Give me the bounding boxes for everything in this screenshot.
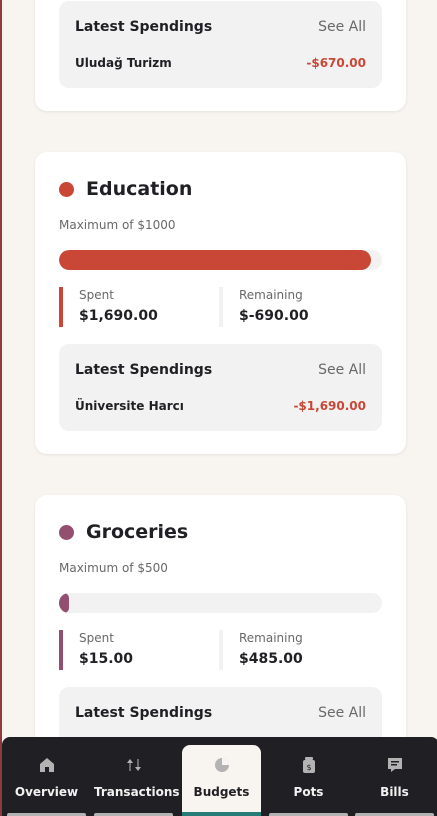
latest-spendings-title: Latest Spendings	[75, 705, 213, 721]
receipt-icon	[355, 757, 434, 777]
remaining-stat: Remaining $-690.00	[219, 287, 379, 327]
remaining-label: Remaining	[239, 631, 303, 645]
nav-item-overview[interactable]: Overview	[7, 745, 86, 816]
budget-progress-fill	[59, 250, 371, 270]
nav-label: Overview	[14, 785, 79, 799]
budget-progress-fill	[59, 593, 69, 613]
spending-amount: -$1,690.00	[293, 399, 366, 413]
latest-spendings-title: Latest Spendings	[75, 19, 213, 35]
bottom-navigation: Overview Transactions Budgets $ Pots Bil…	[2, 737, 437, 816]
nav-item-pots[interactable]: $ Pots	[269, 745, 348, 816]
nav-item-budgets[interactable]: Budgets	[182, 745, 261, 816]
svg-text:$: $	[306, 763, 311, 772]
nav-item-transactions[interactable]: Transactions	[94, 745, 180, 816]
remaining-stat: Remaining $485.00	[219, 630, 379, 670]
budget-maximum: Maximum of $1000	[59, 218, 176, 232]
nav-label: Budgets	[193, 785, 250, 799]
budget-card-education: Education Maximum of $1000 Spent $1,690.…	[35, 152, 406, 454]
see-all-link[interactable]: See All	[318, 705, 366, 721]
spent-label: Spent	[79, 288, 114, 302]
latest-spendings-title: Latest Spendings	[75, 362, 213, 378]
latest-spendings-panel: Latest Spendings See All Üniversite Harc…	[59, 344, 382, 431]
category-color-dot	[59, 524, 74, 540]
see-all-link[interactable]: See All	[318, 362, 366, 378]
spending-name: Uludağ Turizm	[75, 56, 172, 70]
remaining-label: Remaining	[239, 288, 303, 302]
budget-maximum: Maximum of $500	[59, 561, 168, 575]
remaining-value: $-690.00	[239, 308, 309, 324]
budget-progress-bar	[59, 593, 382, 613]
pie-chart-icon	[182, 757, 261, 777]
nav-item-bills[interactable]: Bills	[355, 745, 434, 816]
spending-name: Üniversite Harcı	[75, 399, 184, 413]
category-color-dot	[59, 181, 74, 197]
arrows-up-down-icon	[94, 757, 173, 777]
spent-stat: Spent $15.00	[59, 630, 219, 670]
spent-value: $15.00	[79, 651, 134, 667]
budget-progress-bar	[59, 250, 382, 270]
spent-stat: Spent $1,690.00	[59, 287, 219, 327]
budget-title: Education	[86, 178, 193, 200]
spending-amount: -$670.00	[306, 56, 366, 70]
budget-title: Groceries	[86, 521, 189, 543]
budget-header: Groceries	[59, 521, 188, 543]
remaining-value: $485.00	[239, 651, 303, 667]
spent-value: $1,690.00	[79, 308, 158, 324]
jar-icon: $	[269, 757, 348, 777]
budget-header: Education	[59, 178, 192, 200]
home-icon	[7, 757, 86, 777]
nav-label: Transactions	[94, 785, 180, 799]
latest-spendings-panel: Latest Spendings See All Uludağ Turizm -…	[59, 1, 382, 88]
nav-label: Pots	[293, 785, 324, 799]
budget-card-previous: Latest Spendings See All Uludağ Turizm -…	[35, 0, 406, 111]
nav-label: Bills	[380, 785, 409, 799]
spent-label: Spent	[79, 631, 114, 645]
see-all-link[interactable]: See All	[318, 19, 366, 35]
